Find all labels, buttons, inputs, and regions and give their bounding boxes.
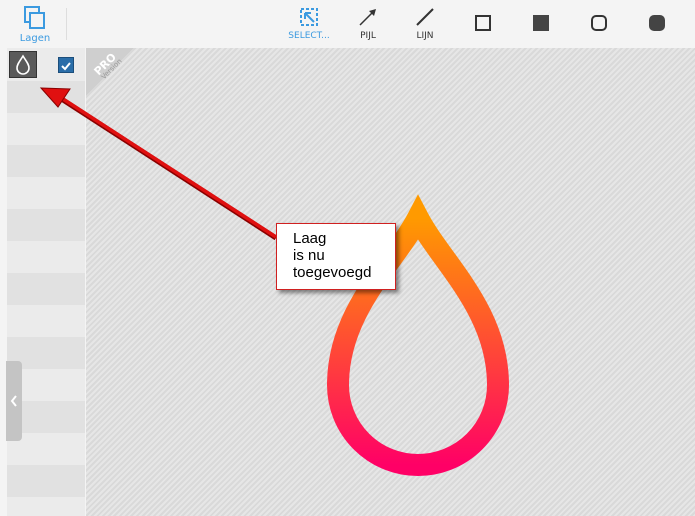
- callout-line: toegevoegd: [293, 264, 372, 281]
- callout-line: is nu: [293, 247, 325, 264]
- pointer-arrow: [39, 87, 278, 241]
- callout-line: Laag: [293, 230, 327, 247]
- callout-box[interactable]: Laag is nu toegevoegd: [276, 223, 396, 290]
- pro-version-badge: PRO Version: [86, 48, 134, 96]
